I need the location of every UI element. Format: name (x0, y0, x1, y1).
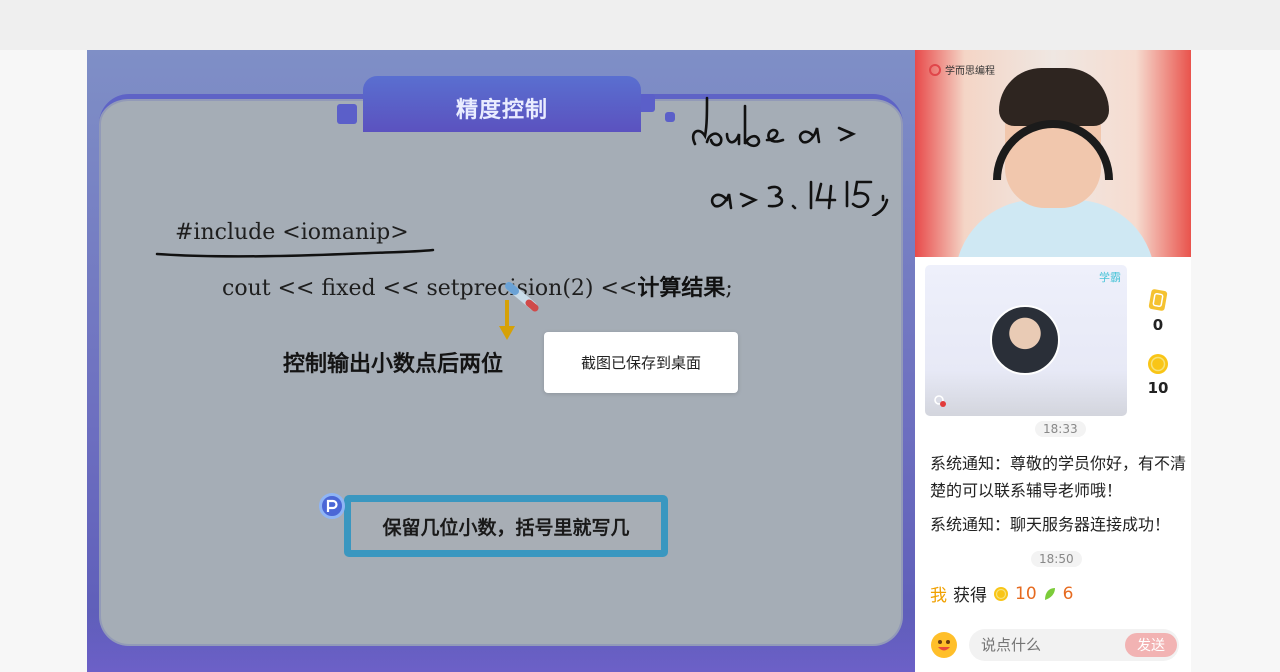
side-panel: 学而思编程 学霸 0 10 18:33 系统通知：尊敬的学员你好，有不清楚的可以… (915, 50, 1191, 672)
mic-muted-icon[interactable] (933, 394, 947, 408)
code-include-line: #include <iomanip> (175, 220, 409, 245)
reward-leaves: 6 (1062, 583, 1074, 604)
toast-message: 截图已保存到桌面 (580, 354, 701, 372)
system-message: 系统通知：尊敬的学员你好，有不清楚的可以联系辅导老师哦！ (930, 454, 1187, 500)
coin-icon (994, 586, 1008, 601)
coin-icon (1148, 354, 1168, 374)
slide-title-tab: 精度控制 (363, 76, 641, 132)
timestamp: 18:33 (1035, 421, 1086, 437)
decor-square (665, 112, 675, 122)
student-tag: 学霸 (1099, 271, 1121, 284)
timestamp: 18:50 (1031, 551, 1082, 567)
code-semicolon: ; (725, 276, 733, 301)
reward-coins: 10 (1015, 583, 1037, 604)
emoji-icon[interactable] (931, 632, 957, 658)
slide-description: 控制输出小数点后两位 (283, 352, 504, 377)
code-cout: cout << fixed << setprecision(2) << (222, 276, 638, 301)
reward-message: 我 获得 10 6 (930, 581, 1074, 607)
brand-logo-icon (929, 63, 941, 76)
leaf-icon (1044, 587, 1055, 600)
chat-input-row: 发送 (915, 624, 1191, 672)
code-result: 计算结果 (637, 276, 726, 301)
screenshot-toast: 截图已保存到桌面 (544, 332, 738, 393)
hint-text: 保留几位小数，括号里就写几 (382, 516, 630, 539)
hint-box: 保留几位小数，括号里就写几 (344, 495, 668, 557)
send-button[interactable]: 发送 (1125, 633, 1177, 657)
brand-name: 学而思编程 (945, 66, 995, 77)
student-video-card[interactable]: 学霸 (925, 265, 1127, 416)
card-icon (1148, 289, 1168, 311)
system-message: 系统通知：聊天服务器连接成功！ (930, 515, 1171, 534)
reward-user: 我 (930, 586, 947, 606)
decor-square (337, 104, 357, 124)
handwritten-underline (155, 248, 435, 258)
courseware-slide: 精度控制 #include <iomanip> cout << fixed <<… (87, 50, 915, 672)
card-stat: 0 (1145, 288, 1171, 334)
coin-stat: 10 (1145, 353, 1171, 397)
coin-count: 10 (1147, 379, 1169, 397)
teacher-body (955, 200, 1155, 257)
arrow-down-icon (499, 300, 515, 340)
handwritten-notes (691, 96, 889, 216)
p-badge-icon (319, 493, 345, 519)
card-count: 0 (1152, 316, 1164, 334)
slide-title: 精度控制 (455, 98, 548, 123)
code-cout-line: cout << fixed << setprecision(2) <<计算结果; (222, 270, 733, 302)
brand-logo: 学而思编程 (929, 62, 995, 77)
reward-verb: 获得 (953, 586, 987, 606)
student-avatar (990, 305, 1060, 375)
teacher-video: 学而思编程 (915, 50, 1191, 257)
top-bar (0, 0, 1280, 50)
teacher-hair (999, 68, 1109, 126)
